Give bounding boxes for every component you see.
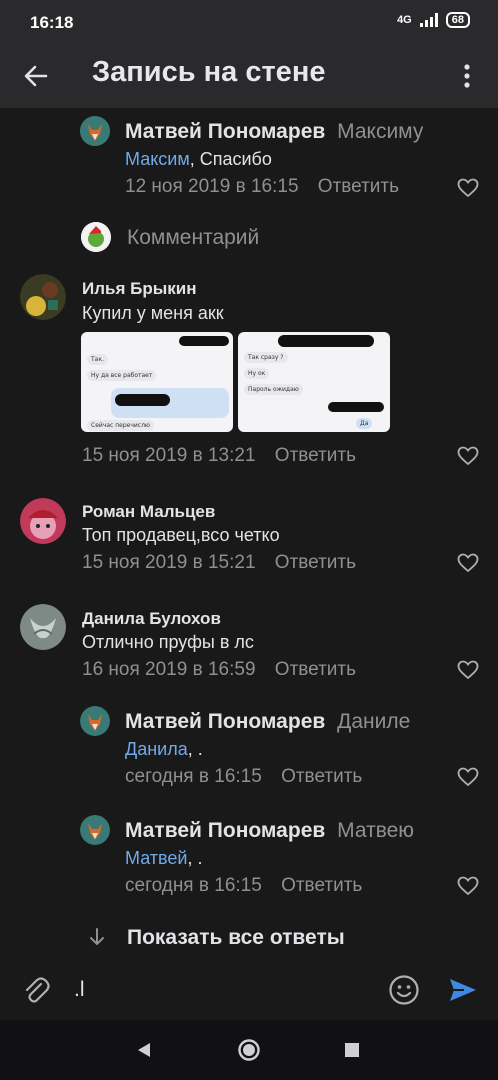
like-heart-icon[interactable] — [457, 553, 479, 573]
comment-author[interactable]: Матвей Пономарев Даниле — [125, 710, 410, 734]
fox-avatar-image — [80, 706, 110, 736]
reply-button[interactable]: Ответить — [275, 659, 356, 680]
avatar-ilya-image — [20, 274, 66, 320]
comment-date: сегодня в 16:15 — [125, 875, 262, 896]
system-navigation-bar — [0, 1020, 498, 1080]
comment-date: 16 ноя 2019 в 16:59 — [82, 659, 256, 680]
nav-recents-icon[interactable] — [344, 1042, 360, 1058]
grinch-avatar-image — [81, 222, 111, 252]
avatar-ilya[interactable] — [20, 274, 66, 320]
comment-author[interactable]: Матвей Пономарев Максиму — [125, 120, 423, 144]
comment-date: сегодня в 16:15 — [125, 766, 262, 787]
show-all-label[interactable]: Показать все ответы — [127, 926, 345, 950]
chat-bubble: Ну ок — [244, 368, 270, 379]
chat-bubble: Пароль ожидаю — [244, 384, 303, 395]
top-app-bar: Запись на стене — [0, 44, 498, 108]
comment-author[interactable]: Матвей Пономарев Матвею — [125, 819, 414, 843]
status-bar: 16:18 4G 68 — [0, 0, 498, 44]
like-heart-icon[interactable] — [457, 178, 479, 198]
page-title: Запись на стене — [92, 56, 326, 88]
redacted-mark — [278, 335, 374, 347]
comment-date: 12 ноя 2019 в 16:15 — [125, 176, 299, 197]
avatar-fox[interactable] — [80, 116, 110, 146]
comment-date: 15 ноя 2019 в 15:21 — [82, 552, 256, 573]
comment-author[interactable]: Данила Булохов — [82, 609, 221, 629]
avatar-roman-image — [20, 498, 66, 544]
own-avatar — [81, 222, 111, 252]
network-type: 4G — [397, 14, 412, 26]
reply-to: Максиму — [337, 120, 424, 143]
emoji-icon[interactable] — [388, 974, 420, 1006]
nav-back-icon[interactable] — [134, 1040, 154, 1060]
like-heart-icon[interactable] — [457, 767, 479, 787]
comment-marker-label[interactable]: Комментарий — [127, 226, 259, 250]
like-heart-icon[interactable] — [457, 446, 479, 466]
comment-text: Максим, Спасибо — [125, 149, 272, 169]
comment-text: Отлично пруфы в лс — [82, 632, 254, 652]
comment-meta: 16 ноя 2019 в 16:59 Ответить — [82, 659, 356, 681]
comment-meta: 15 ноя 2019 в 13:21 Ответить — [82, 445, 356, 467]
battery-icon: 68 — [445, 12, 470, 28]
comment-text: Топ продавец,всо четко — [82, 525, 280, 545]
reply-to: Матвею — [337, 819, 415, 842]
paperclip-icon[interactable] — [20, 975, 52, 1007]
nav-home-icon[interactable] — [237, 1038, 261, 1062]
reply-button[interactable]: Ответить — [275, 552, 356, 573]
attachment-image[interactable]: Так. Ну да все работает Сейчас перечислю — [81, 332, 233, 432]
comment-author[interactable]: Роман Мальцев — [82, 502, 215, 522]
redacted-mark — [328, 402, 384, 412]
like-heart-icon[interactable] — [457, 660, 479, 680]
comment-text: Данила, . — [125, 739, 203, 759]
mention-link[interactable]: Матвей — [125, 848, 187, 868]
status-time: 16:18 — [30, 13, 74, 32]
attachment-image[interactable]: Так сразу ? Ну ок Пароль ожидаю Да — [238, 332, 390, 432]
chat-bubble: Так. — [87, 354, 108, 365]
fox-avatar-image — [80, 815, 110, 845]
reply-button[interactable]: Ответить — [281, 875, 362, 896]
signal-icon — [419, 13, 438, 27]
comment-composer: .l — [0, 962, 498, 1020]
redacted-mark — [179, 336, 229, 346]
chat-bubble: Ну да все работает — [87, 370, 157, 381]
status-icons: 4G 68 — [397, 12, 470, 28]
more-vert-icon[interactable] — [455, 61, 479, 91]
comment-text: Купил у меня акк — [82, 303, 224, 323]
comment-author[interactable]: Илья Брыкин — [82, 279, 196, 299]
reply-button[interactable]: Ответить — [275, 445, 356, 466]
comment-meta: 15 ноя 2019 в 15:21 Ответить — [82, 552, 356, 574]
reply-button[interactable]: Ответить — [281, 766, 362, 787]
like-heart-icon[interactable] — [457, 876, 479, 896]
avatar-danila[interactable] — [20, 604, 66, 650]
arrow-down-icon — [90, 928, 104, 945]
reply-to: Даниле — [337, 710, 411, 733]
comment-text: Матвей, . — [125, 848, 203, 868]
back-arrow-icon[interactable] — [20, 60, 52, 92]
chat-bubble: Да — [356, 418, 373, 429]
send-icon[interactable] — [448, 975, 478, 1005]
reply-button[interactable]: Ответить — [318, 176, 399, 197]
comment-input[interactable]: .l — [74, 978, 85, 1002]
avatar-roman[interactable] — [20, 498, 66, 544]
avatar-danila-image — [20, 604, 66, 650]
avatar-fox[interactable] — [80, 706, 110, 736]
comment-meta: сегодня в 16:15 Ответить — [125, 766, 362, 788]
mention-link[interactable]: Максим — [125, 149, 190, 169]
chat-bubble: Так сразу ? — [244, 352, 288, 363]
comment-meta: 12 ноя 2019 в 16:15 Ответить — [125, 176, 399, 198]
comment-date: 15 ноя 2019 в 13:21 — [82, 445, 256, 466]
comment-meta: сегодня в 16:15 Ответить — [125, 875, 362, 897]
redacted-mark — [115, 394, 170, 406]
avatar-fox[interactable] — [80, 815, 110, 845]
mention-link[interactable]: Данила — [125, 739, 188, 759]
chat-bubble: Сейчас перечислю — [87, 420, 154, 431]
fox-avatar-image — [80, 116, 110, 146]
